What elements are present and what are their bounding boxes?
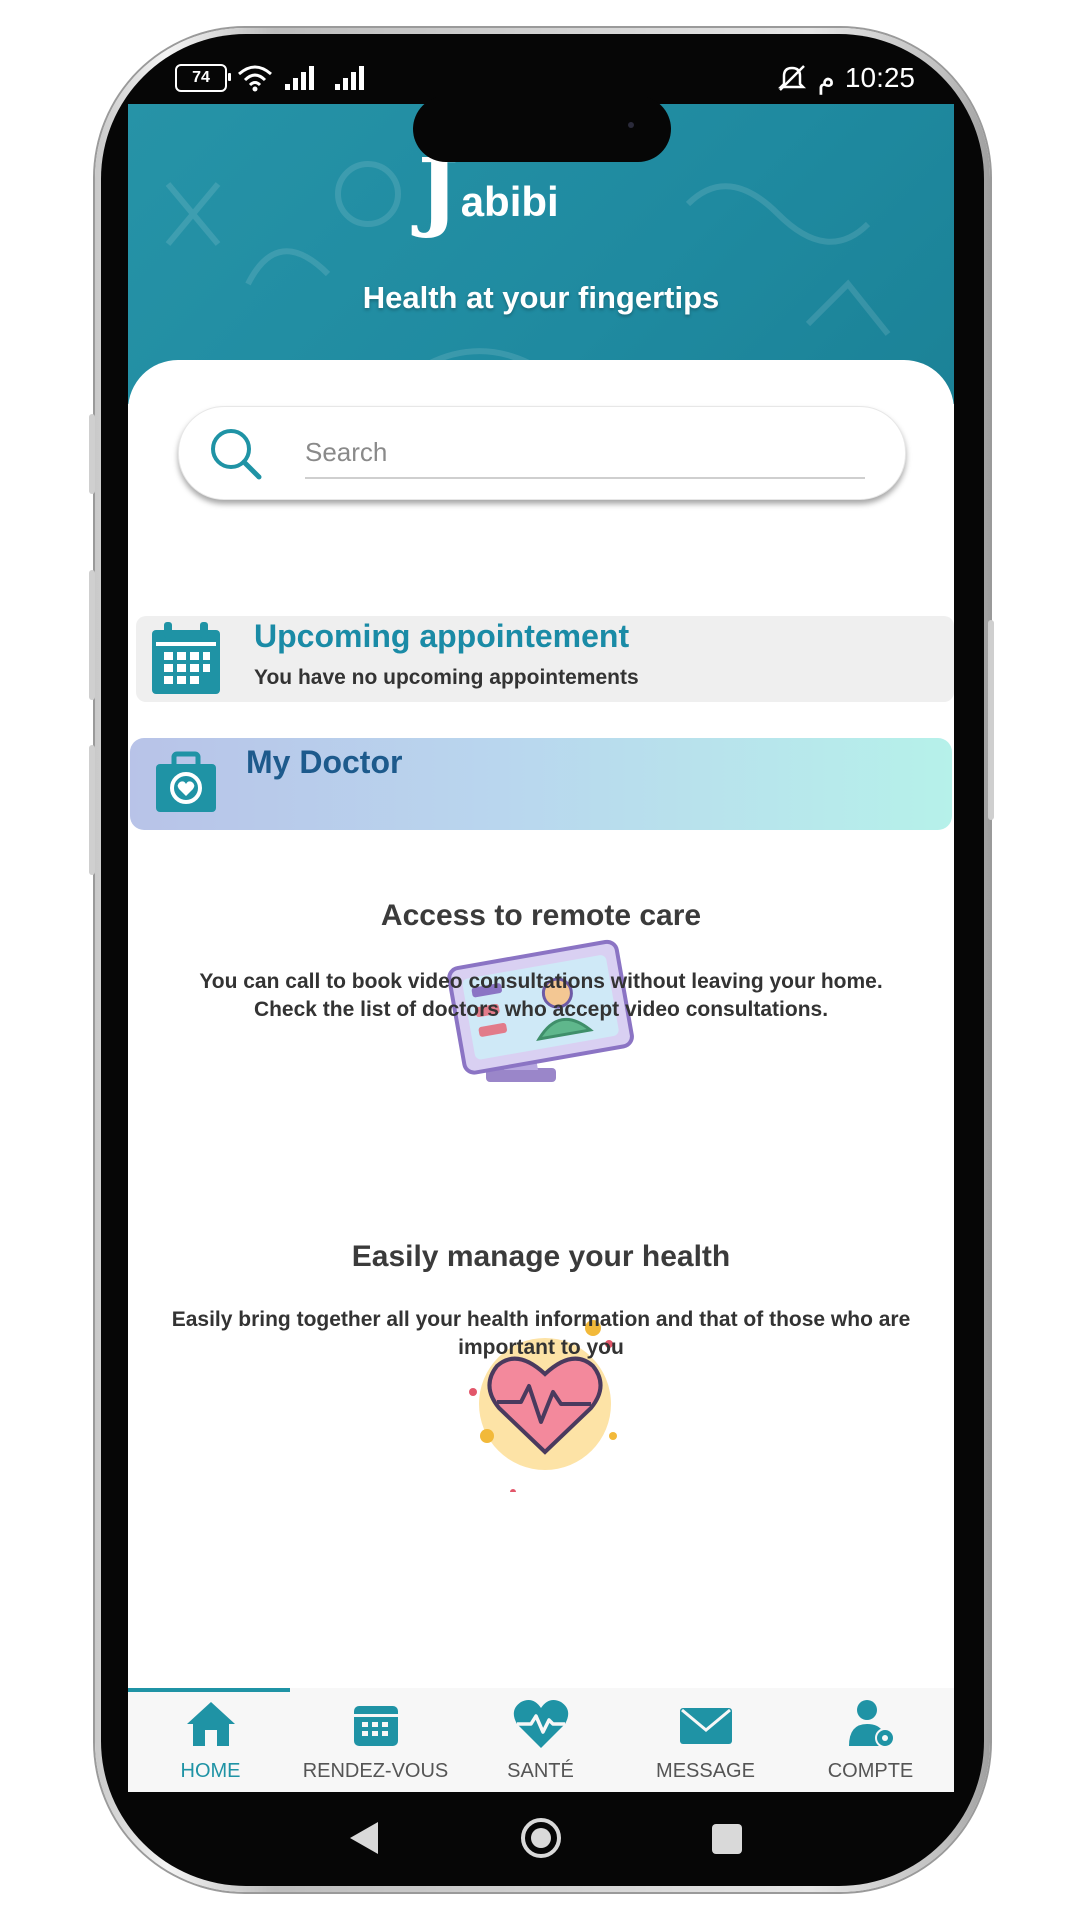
active-tab-indicator <box>128 1688 290 1692</box>
feature-title-manage-health: Easily manage your health <box>351 1240 731 1273</box>
nav-label-rendez-vous: RENDEZ-VOUS <box>302 1760 449 1782</box>
nav-label-home: HOME <box>180 1760 241 1782</box>
nav-item-rendez-vous[interactable]: RENDEZ-VOUS <box>293 1698 458 1792</box>
my-doctor-title: My Doctor <box>246 744 403 780</box>
medical-bag-icon <box>156 751 216 812</box>
nav-item-sante[interactable]: SANTÉ <box>458 1698 623 1792</box>
app-screen: J abibi Health at your fingertips Upcomi… <box>128 104 954 1792</box>
nav-item-message[interactable]: MESSAGE <box>623 1698 788 1792</box>
feature-description-manage-health: Easily bring together all your health in… <box>171 1308 911 1359</box>
status-time: 10:25 <box>844 62 915 93</box>
envelope-icon <box>679 1708 732 1744</box>
android-recents-button[interactable] <box>710 1822 744 1856</box>
nav-label-sante: SANTÉ <box>507 1760 574 1782</box>
heartbeat-icon <box>513 1700 568 1748</box>
upcoming-appointment-title: Upcoming appointement <box>254 618 630 654</box>
nav-item-compte[interactable]: COMPTE <box>788 1698 953 1792</box>
side-button-mute <box>89 414 95 494</box>
status-right-group: م 10:25 <box>776 62 915 95</box>
search-bar[interactable] <box>178 406 906 500</box>
calendar-icon <box>152 622 220 694</box>
home-icon <box>186 1702 235 1746</box>
camera-notch <box>413 96 671 162</box>
status-ampm: م <box>817 62 835 94</box>
wifi-icon <box>238 65 272 92</box>
android-home-button[interactable] <box>519 1816 563 1860</box>
upcoming-appointment-card[interactable]: Upcoming appointement You have no upcomi… <box>136 616 954 702</box>
nav-label-compte: COMPTE <box>827 1760 914 1782</box>
user-settings-icon <box>848 1700 895 1748</box>
tagline: Health at your fingertips <box>362 280 720 315</box>
logo-text: abibi <box>460 178 559 225</box>
signal-icon-secondary <box>335 66 364 90</box>
calendar-icon <box>353 1706 398 1746</box>
front-camera <box>628 122 634 128</box>
search-input[interactable] <box>305 427 865 479</box>
feature-title-remote-care: Access to remote care <box>380 899 702 932</box>
battery-indicator: 74 <box>175 64 231 92</box>
status-bar: 74 م 10:25 <box>175 58 915 98</box>
android-back-button[interactable] <box>346 1818 382 1858</box>
bottom-navigation: HOME RENDEZ-VOUS SANTÉ MESSAGE COMPTE <box>128 1688 954 1792</box>
nav-label-message: MESSAGE <box>656 1760 755 1782</box>
my-doctor-card[interactable]: My Doctor <box>130 738 952 830</box>
side-button-power <box>988 620 994 820</box>
upcoming-appointment-subtitle: You have no upcoming appointements <box>254 666 639 689</box>
mute-icon <box>777 65 806 91</box>
nav-item-home[interactable]: HOME <box>128 1698 293 1792</box>
feature-description-remote-care: You can call to book video consultations… <box>199 970 883 1021</box>
status-left-group: 74 <box>175 64 373 92</box>
search-icon[interactable] <box>207 425 267 485</box>
signal-icon <box>285 66 314 90</box>
side-button-volume-down <box>89 745 95 875</box>
side-button-volume-up <box>89 570 95 700</box>
